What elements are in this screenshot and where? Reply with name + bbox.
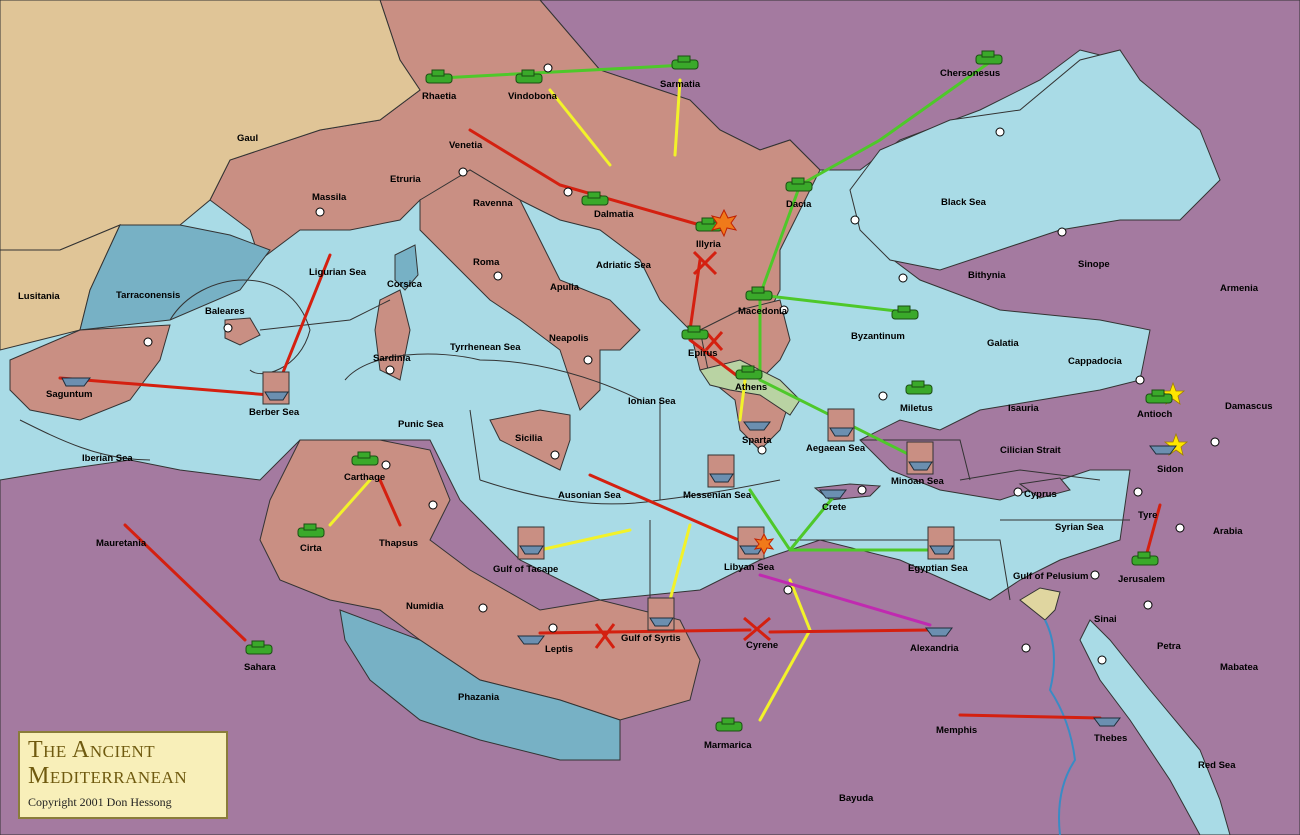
label-petra: Petra — [1157, 641, 1181, 652]
label-neapolis: Neapolis — [549, 333, 589, 344]
label-dacia: Dacia — [786, 199, 812, 210]
label-mabatea: Mabatea — [1220, 662, 1259, 673]
label-gaul: Gaul — [237, 133, 258, 144]
label-apulia: Apulia — [550, 282, 580, 293]
label-cilician-strait: Cilician Strait — [1000, 445, 1062, 456]
label-athens: Athens — [735, 382, 767, 393]
label-illyria: Illyria — [696, 239, 722, 250]
label-ravenna: Ravenna — [473, 198, 513, 209]
label-libyan-sea: Libyan Sea — [724, 562, 775, 573]
label-etruria: Etruria — [390, 174, 421, 185]
label-sidon: Sidon — [1157, 464, 1184, 475]
label-leptis: Leptis — [545, 644, 573, 655]
label-thebes: Thebes — [1094, 733, 1127, 744]
label-alexandria: Alexandria — [910, 643, 959, 654]
label-punic-sea: Punic Sea — [398, 419, 444, 430]
label-thapsus: Thapsus — [379, 538, 418, 549]
label-numidia: Numidia — [406, 601, 444, 612]
label-jerusalem: Jerusalem — [1118, 574, 1165, 585]
label-marmarica: Marmarica — [704, 740, 752, 751]
label-macedonia: Macedonia — [738, 306, 788, 317]
label-sardinia: Sardinia — [373, 353, 411, 364]
label-bayuda: Bayuda — [839, 793, 874, 804]
label-dalmatia: Dalmatia — [594, 209, 634, 220]
label-corsica: Corsica — [387, 279, 423, 290]
label-lusitania: Lusitania — [18, 291, 60, 302]
label-arabia: Arabia — [1213, 526, 1243, 537]
label-berber-sea: Berber Sea — [249, 407, 300, 418]
label-cyprus: Cyprus — [1024, 489, 1057, 500]
label-tarraconensis: Tarraconensis — [116, 290, 180, 301]
label-adriatic-sea: Adriatic Sea — [596, 260, 652, 271]
label-sahara: Sahara — [244, 662, 276, 673]
title-line-2: Mediterranean — [28, 763, 188, 789]
label-cirta: Cirta — [300, 543, 322, 554]
label-sarmatia: Sarmatia — [660, 79, 701, 90]
label-baleares: Baleares — [205, 306, 245, 317]
label-phazania: Phazania — [458, 692, 500, 703]
label-gulf-of-pelusium: Gulf of Pelusium — [1013, 571, 1088, 582]
label-syrian-sea: Syrian Sea — [1055, 522, 1104, 533]
label-tyre: Tyre — [1138, 510, 1157, 521]
label-minoan-sea: Minoan Sea — [891, 476, 945, 487]
mediterranean-map[interactable]: Gaul Lusitania Tarraconensis Massila Etr… — [0, 0, 1300, 835]
label-massila: Massila — [312, 192, 347, 203]
label-messenian-sea: Messenian Sea — [683, 490, 752, 501]
label-cappadocia: Cappadocia — [1068, 356, 1123, 367]
label-ligurian-sea: Ligurian Sea — [309, 267, 367, 278]
label-ausonian-sea: Ausonian Sea — [558, 490, 622, 501]
label-mauretania: Mauretania — [96, 538, 147, 549]
label-sparta: Sparta — [742, 435, 772, 446]
label-gulf-of-tacape: Gulf of Tacape — [493, 564, 558, 575]
label-roma: Roma — [473, 257, 500, 268]
label-egyptian-sea: Egyptian Sea — [908, 563, 968, 574]
game-board: Gaul Lusitania Tarraconensis Massila Etr… — [0, 0, 1300, 835]
label-adriatic-sea-text: Adriatic Sea — [596, 260, 652, 271]
label-sicilia: Sicilia — [515, 433, 543, 444]
copyright-text: Copyright 2001 Don Hessong — [28, 795, 172, 809]
title-line-1: The Ancient — [28, 737, 156, 763]
label-chersonesus: Chersonesus — [940, 68, 1000, 79]
label-vindobona: Vindobona — [508, 91, 558, 102]
title-cartouche: The Ancient Mediterranean Copyright 2001… — [18, 731, 228, 819]
label-aegaean-sea: Aegaean Sea — [806, 443, 866, 454]
label-bithynia: Bithynia — [968, 270, 1006, 281]
label-venetia: Venetia — [449, 140, 483, 151]
label-byzantinum: Byzantinum — [851, 331, 905, 342]
label-cyrene: Cyrene — [746, 640, 778, 651]
army-miletus — [905, 380, 933, 395]
label-damascus: Damascus — [1225, 401, 1273, 412]
label-armenia: Armenia — [1220, 283, 1259, 294]
label-crete: Crete — [822, 502, 846, 513]
label-saguntum: Saguntum — [46, 389, 92, 400]
label-epirus: Epirus — [688, 348, 718, 359]
label-antioch: Antioch — [1137, 409, 1173, 420]
label-gulf-of-syrtis: Gulf of Syrtis — [621, 633, 681, 644]
label-rhaetia: Rhaetia — [422, 91, 457, 102]
army-byzantinum — [891, 305, 919, 320]
label-ionian-sea: Ionian Sea — [628, 396, 676, 407]
label-isauria: Isauria — [1008, 403, 1039, 414]
label-carthage: Carthage — [344, 472, 385, 483]
label-galatia: Galatia — [987, 338, 1019, 349]
label-miletus: Miletus — [900, 403, 933, 414]
label-tyrrhenean-sea: Tyrrhenean Sea — [450, 342, 521, 353]
label-iberian-sea: Iberian Sea — [82, 453, 133, 464]
label-red-sea: Red Sea — [1198, 760, 1236, 771]
label-sinope: Sinope — [1078, 259, 1110, 270]
label-sinai: Sinai — [1094, 614, 1117, 625]
label-memphis: Memphis — [936, 725, 977, 736]
label-black-sea: Black Sea — [941, 197, 987, 208]
